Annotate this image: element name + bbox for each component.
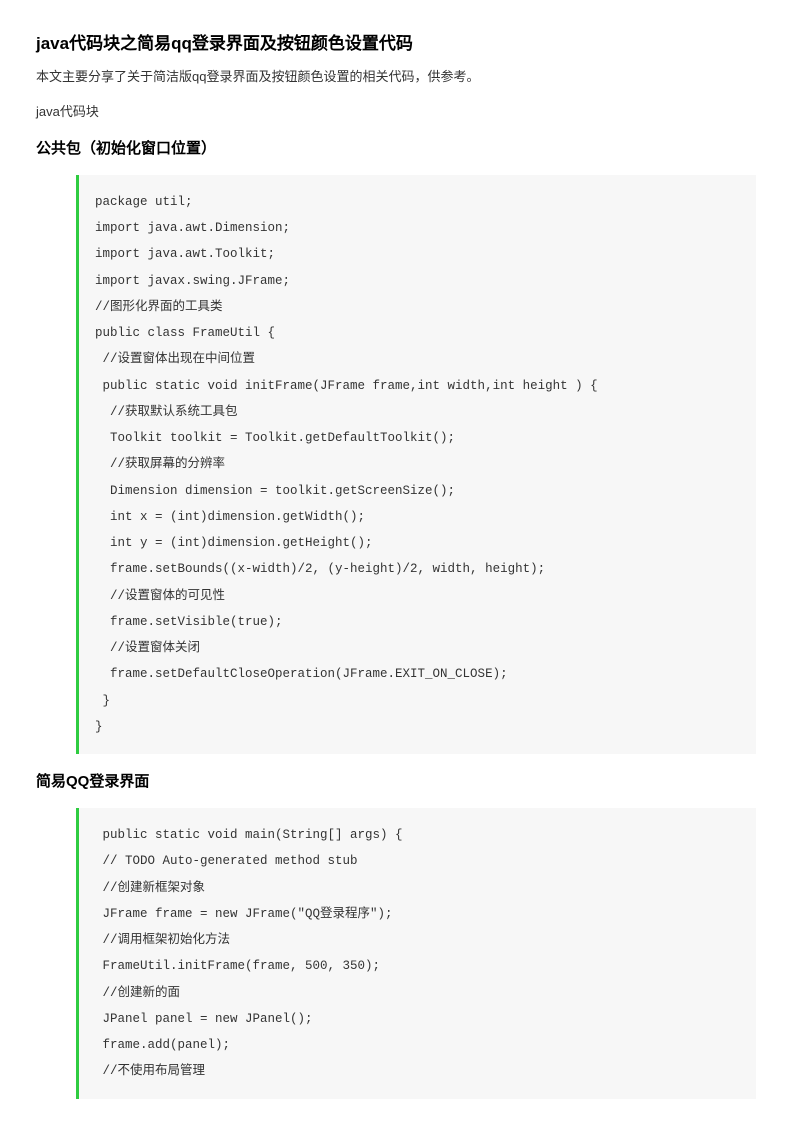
code-block-1: package util; import java.awt.Dimension;…: [76, 175, 756, 754]
code-block-1-wrap: package util; import java.awt.Dimension;…: [76, 175, 756, 754]
page-title: java代码块之简易qq登录界面及按钮颜色设置代码: [36, 30, 756, 57]
code-block-2: public static void main(String[] args) {…: [76, 808, 756, 1099]
code-block-2-wrap: public static void main(String[] args) {…: [76, 808, 756, 1099]
section2-heading: 简易QQ登录界面: [36, 770, 756, 794]
label-text: java代码块: [36, 102, 756, 123]
section1-heading: 公共包（初始化窗口位置）: [36, 137, 756, 161]
intro-text: 本文主要分享了关于简洁版qq登录界面及按钮颜色设置的相关代码，供参考。: [36, 67, 756, 88]
